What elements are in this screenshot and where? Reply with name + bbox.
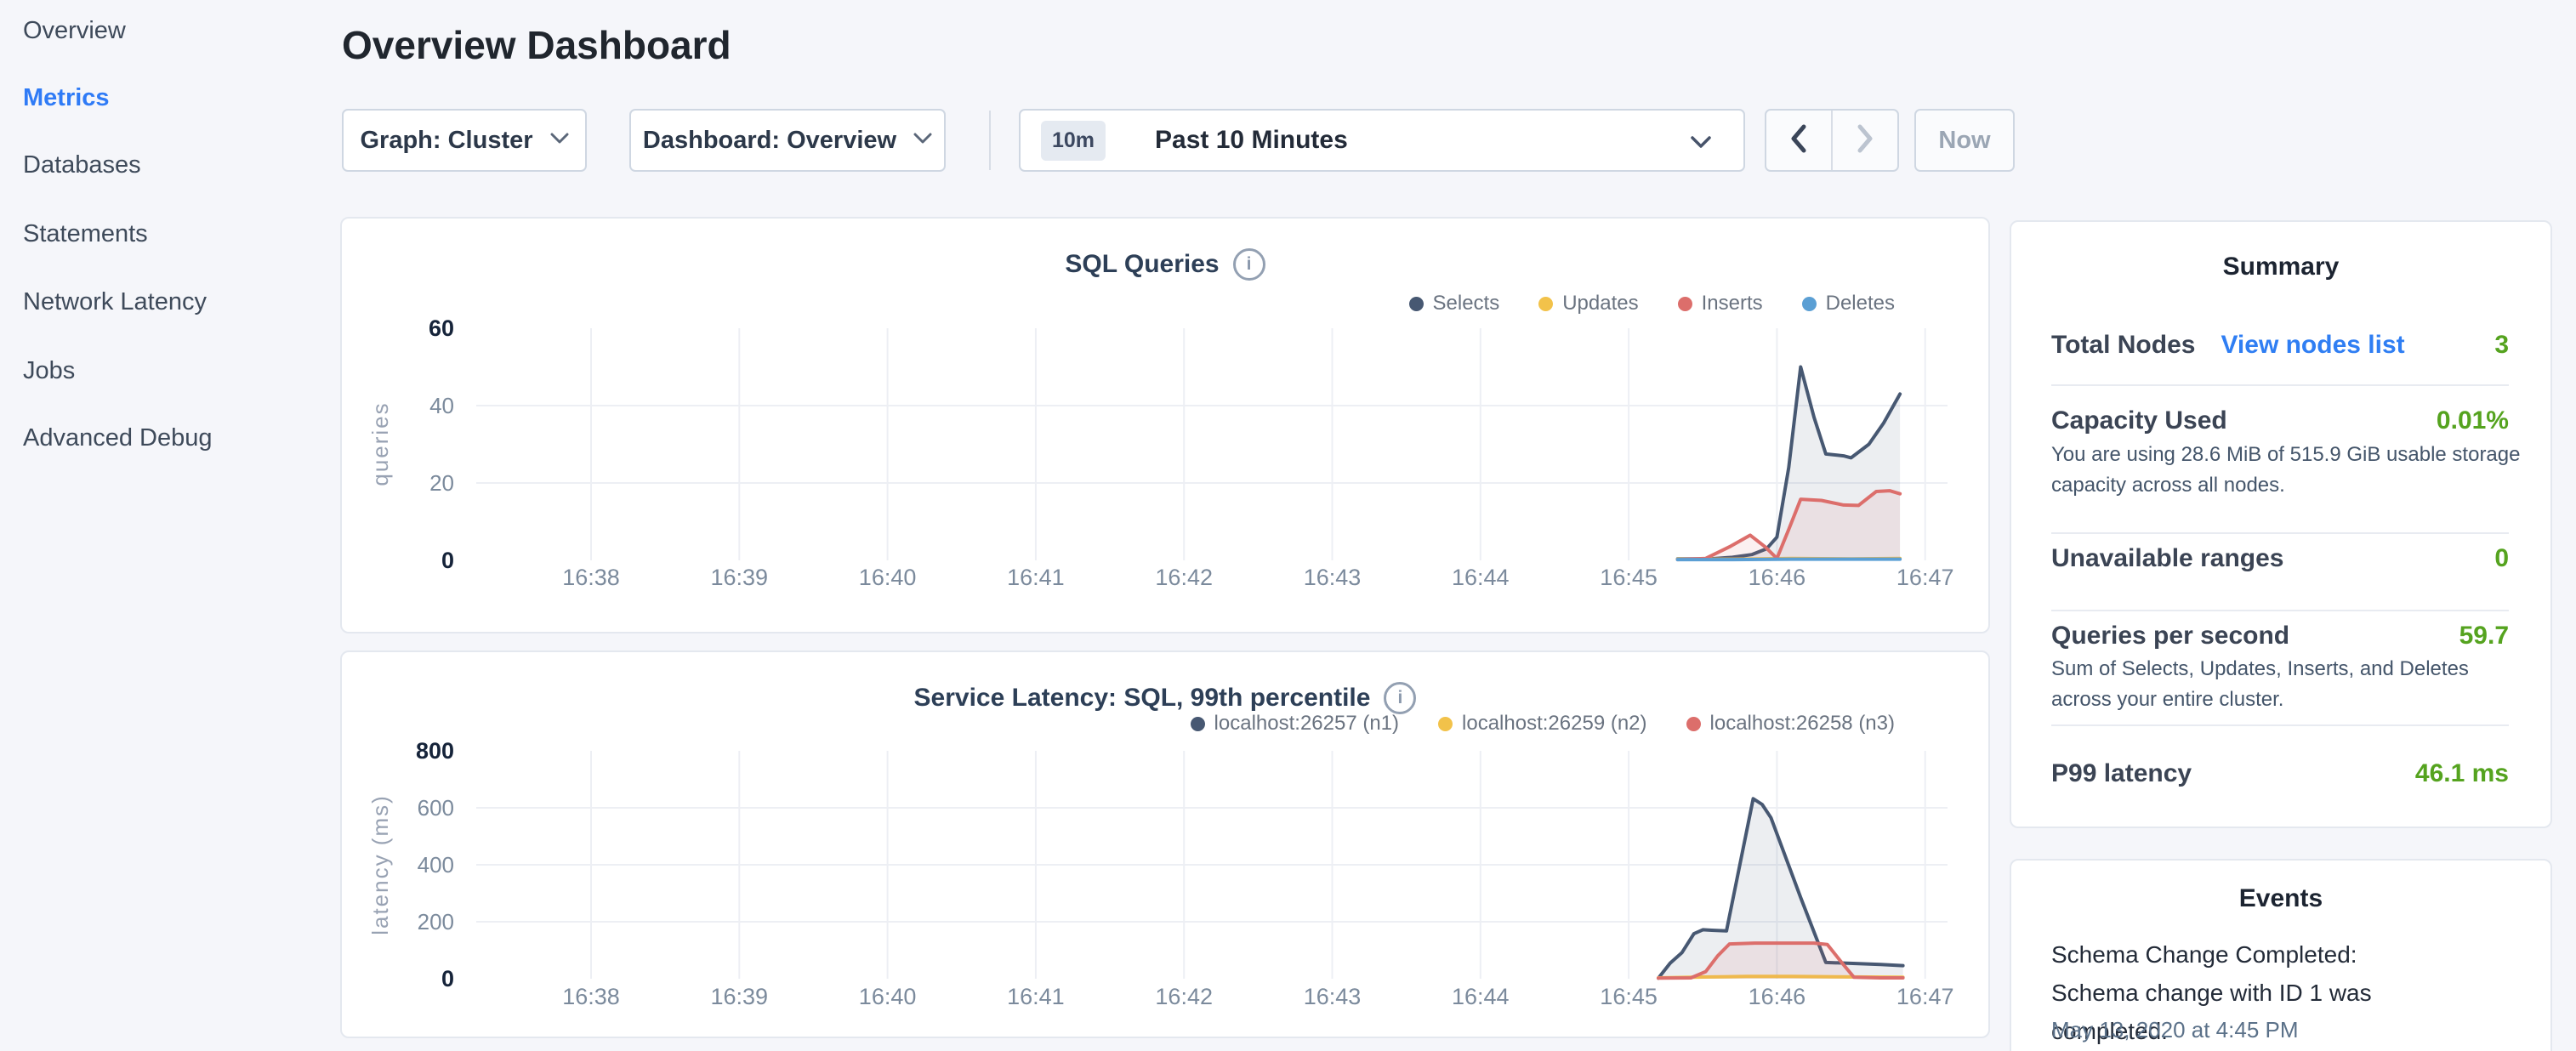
summary-row-value: 3 — [2494, 331, 2509, 360]
y-axis-title: queries — [367, 401, 393, 486]
y-tick-label: 0 — [441, 548, 454, 573]
time-window-badge: 10m — [1041, 121, 1106, 161]
events-title: Events — [2011, 884, 2550, 913]
now-button[interactable]: Now — [1914, 109, 2015, 172]
summary-row-value: 46.1 ms — [2415, 759, 2509, 788]
x-tick-label: 16:38 — [562, 984, 620, 1009]
sidebar-item-databases[interactable]: Databases — [23, 151, 141, 179]
y-tick-label: 400 — [418, 852, 454, 878]
time-next-button[interactable] — [1833, 111, 1897, 170]
graph-dropdown-label: Graph: Cluster — [360, 127, 532, 155]
sidebar: Overview Metrics Databases Statements Networ… — [0, 0, 336, 1051]
x-tick-label: 16:38 — [562, 565, 620, 590]
y-tick-label: 600 — [418, 795, 454, 821]
time-window-dropdown[interactable]: 10m Past 10 Minutes — [1019, 109, 1745, 172]
summary-row-description: Sum of Selects, Updates, Inserts, and De… — [2051, 654, 2528, 715]
chevron-down-icon — [550, 133, 569, 148]
summary-row-value: 0 — [2494, 544, 2509, 573]
x-tick-label: 16:39 — [711, 984, 769, 1009]
chevron-left-icon — [1790, 124, 1807, 157]
x-tick-label: 16:47 — [1896, 565, 1954, 590]
x-tick-label: 16:43 — [1304, 984, 1362, 1009]
summary-row-queries-per-second: Queries per second 59.7 — [2051, 622, 2509, 650]
sidebar-item-overview[interactable]: Overview — [23, 17, 126, 45]
x-tick-label: 16:46 — [1749, 984, 1806, 1009]
y-tick-label: 200 — [418, 909, 454, 935]
dashboard-dropdown-label: Dashboard: Overview — [643, 127, 896, 155]
x-tick-label: 16:42 — [1155, 565, 1213, 590]
time-window-label: Past 10 Minutes — [1155, 126, 1348, 155]
x-tick-label: 16:40 — [859, 565, 917, 590]
x-tick-label: 16:46 — [1749, 565, 1806, 590]
summary-row-label: Total Nodes — [2051, 331, 2195, 360]
summary-row-unavailable-ranges: Unavailable ranges 0 — [2051, 544, 2509, 573]
summary-row-label: Capacity Used — [2051, 406, 2227, 435]
graph-dropdown[interactable]: Graph: Cluster — [342, 109, 587, 172]
events-panel: Events Schema Change Completed: Schema c… — [2010, 859, 2552, 1051]
summary-row-label: Queries per second — [2051, 622, 2289, 650]
y-tick-label: 20 — [429, 470, 454, 496]
x-tick-label: 16:41 — [1007, 565, 1065, 590]
x-tick-label: 16:44 — [1452, 565, 1510, 590]
chevron-right-icon — [1857, 124, 1874, 157]
divider — [2051, 610, 2509, 611]
page-title: Overview Dashboard — [342, 22, 731, 68]
dashboard-dropdown[interactable]: Dashboard: Overview — [629, 109, 946, 172]
x-tick-label: 16:42 — [1155, 984, 1213, 1009]
sql-queries-chart-card: SQL Queries i SelectsUpdatesInsertsDelet… — [340, 217, 1990, 633]
sidebar-item-advanced-debug[interactable]: Advanced Debug — [23, 424, 213, 452]
sidebar-item-network-latency[interactable]: Network Latency — [23, 288, 207, 316]
summary-row-label: P99 latency — [2051, 759, 2192, 788]
sidebar-item-statements[interactable]: Statements — [23, 220, 148, 248]
controls-divider — [989, 111, 991, 170]
summary-row-p99-latency: P99 latency 46.1 ms — [2051, 759, 2509, 788]
sidebar-item-jobs[interactable]: Jobs — [23, 357, 75, 385]
x-tick-label: 16:45 — [1600, 984, 1658, 1009]
x-tick-label: 16:44 — [1452, 984, 1510, 1009]
summary-row-total-nodes: Total Nodes View nodes list 3 — [2051, 331, 2509, 360]
x-tick-label: 16:43 — [1304, 565, 1362, 590]
divider — [2051, 724, 2509, 726]
divider — [2051, 384, 2509, 386]
service-latency-chart: 16:38 16:39 16:40 16:41 16:42 16:43 16:44 16:45… — [340, 650, 1990, 1038]
view-nodes-link[interactable]: View nodes list — [2221, 331, 2404, 360]
summary-row-value: 59.7 — [2459, 622, 2509, 650]
summary-row-capacity-used: Capacity Used 0.01% — [2051, 406, 2509, 435]
sql-queries-chart: 16:38 16:39 16:40 16:41 16:42 16:43 16:44 16:45… — [340, 217, 1990, 633]
x-tick-label: 16:39 — [711, 565, 769, 590]
x-tick-label: 16:41 — [1007, 984, 1065, 1009]
x-tick-label: 16:40 — [859, 984, 917, 1009]
time-prev-button[interactable] — [1766, 111, 1833, 170]
x-tick-label: 16:47 — [1896, 984, 1954, 1009]
y-tick-label: 0 — [441, 966, 454, 991]
summary-title: Summary — [2011, 253, 2550, 281]
summary-row-label: Unavailable ranges — [2051, 544, 2283, 573]
summary-row-value: 0.01% — [2437, 406, 2509, 435]
page-root: Overview Metrics Databases Statements Networ… — [0, 0, 2576, 1051]
y-tick-label: 60 — [429, 315, 454, 341]
y-tick-label: 40 — [429, 393, 454, 418]
summary-row-description: You are using 28.6 MiB of 515.9 GiB usab… — [2051, 440, 2528, 501]
divider — [2051, 532, 2509, 534]
y-tick-label: 800 — [416, 738, 454, 764]
y-axis-title: latency (ms) — [367, 794, 393, 935]
chevron-down-icon — [913, 133, 932, 148]
event-timestamp: May 13, 2020 at 4:45 PM — [2051, 1017, 2299, 1043]
x-tick-label: 16:45 — [1600, 565, 1658, 590]
gridlines — [476, 328, 1948, 560]
service-latency-chart-card: Service Latency: SQL, 99th percentile i … — [340, 650, 1990, 1038]
summary-panel: Summary Total Nodes View nodes list 3 Ca… — [2010, 220, 2552, 828]
time-step-buttons — [1765, 109, 1899, 172]
sidebar-item-metrics[interactable]: Metrics — [23, 84, 110, 112]
chevron-down-icon — [1691, 136, 1711, 152]
